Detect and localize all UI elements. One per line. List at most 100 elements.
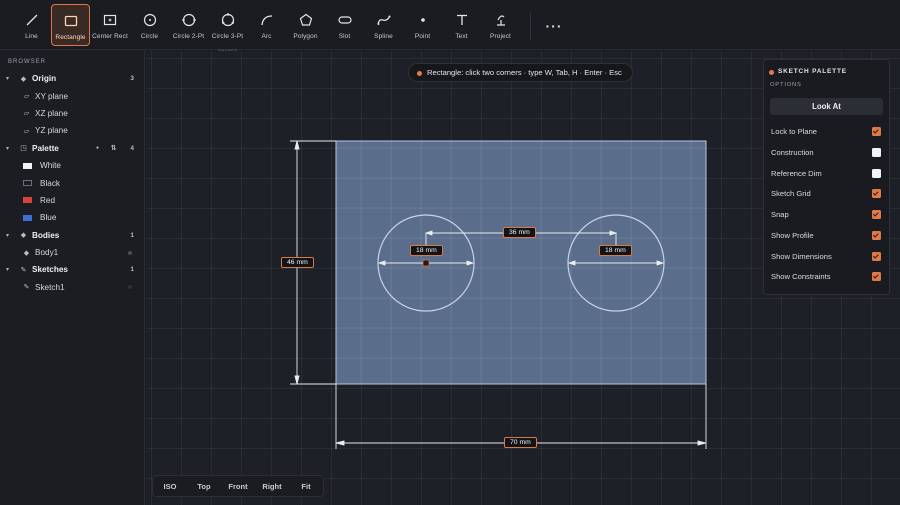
view-bar: ISO Top Front Right Fit xyxy=(152,475,324,497)
tool-label: Rectangle xyxy=(55,34,86,41)
tool-circle[interactable]: Circle xyxy=(130,4,169,46)
view-iso-button[interactable]: ISO xyxy=(153,482,187,491)
tool-slot[interactable]: Slot xyxy=(325,4,364,46)
tool-text[interactable]: Text xyxy=(442,4,481,46)
option-sketch-grid[interactable]: Sketch Grid xyxy=(771,186,883,200)
look-at-button[interactable]: Look At xyxy=(770,98,883,115)
checkbox[interactable] xyxy=(872,147,881,157)
tool-line[interactable]: Line xyxy=(12,4,51,46)
tool-arc[interactable]: Arc xyxy=(247,4,286,46)
option-show-constraints[interactable]: Show Constraints xyxy=(771,269,883,283)
checkbox[interactable] xyxy=(872,126,881,136)
tree-item-body1[interactable]: ◆ Body1 xyxy=(0,244,144,261)
tree-item-yz-plane[interactable]: ▱ YZ plane xyxy=(0,122,144,139)
height-dimension-label[interactable]: 46 mm xyxy=(281,257,314,268)
tree-item-xy-plane[interactable]: ▱ XY plane xyxy=(0,87,144,104)
width-dimension-label[interactable]: 70 mm xyxy=(504,437,537,448)
tree-bodies-label: Bodies xyxy=(32,230,60,240)
line-icon xyxy=(21,9,43,31)
option-lock-to-plane[interactable]: Lock to Plane xyxy=(771,124,883,138)
color-swatch xyxy=(23,162,32,169)
tool-center-rect[interactable]: Center Rect xyxy=(90,4,130,46)
tree-item-sketch1[interactable]: ✎ Sketch1 xyxy=(0,279,144,296)
view-front-button[interactable]: Front xyxy=(221,482,255,491)
option-snap[interactable]: Snap xyxy=(771,207,883,221)
left-diameter-label[interactable]: 18 mm xyxy=(410,245,443,256)
rectangle-icon xyxy=(60,10,82,32)
tree-palette-label: Palette xyxy=(32,143,59,153)
palette-item-black[interactable]: Black xyxy=(0,174,144,191)
center-point-marker xyxy=(422,259,430,267)
tool-hint: Rectangle: click two corners · type W, T… xyxy=(408,63,633,82)
tool-label: Circle xyxy=(140,33,159,40)
palette-item-red[interactable]: Red xyxy=(0,192,144,209)
spacing-dimension-label[interactable]: 36 mm xyxy=(503,227,536,238)
option-label: Lock to Plane xyxy=(771,126,818,136)
tool-circle-2pt[interactable]: Circle 2-Pt xyxy=(169,4,208,46)
palette-item-label: White xyxy=(40,161,61,171)
color-swatch xyxy=(23,214,32,221)
add-color-icon[interactable]: ● xyxy=(93,144,102,153)
view-right-button[interactable]: Right xyxy=(255,482,289,491)
sketch-canvas[interactable]: Rectangle: click two corners · type W, T… xyxy=(146,51,900,505)
tool-polygon[interactable]: Polygon SHAPES xyxy=(218,4,325,53)
palette-item-blue[interactable]: Blue xyxy=(0,209,144,226)
checkbox[interactable] xyxy=(872,271,881,281)
arc-icon xyxy=(256,9,278,31)
tool-label: Arc xyxy=(261,33,272,40)
arrowhead xyxy=(294,140,300,150)
shuffle-icon[interactable]: ⇅ xyxy=(109,144,118,153)
option-reference-dim[interactable]: Reference Dim xyxy=(771,166,883,180)
tree-origin[interactable]: ▾ ◆ Origin 3 xyxy=(0,70,144,87)
caret-down-icon[interactable]: ▾ xyxy=(6,266,9,273)
project-icon xyxy=(490,9,512,31)
toolbar: Line Rectangle Center Rect Circle Circle… xyxy=(0,0,900,53)
caret-down-icon[interactable]: ▾ xyxy=(6,145,9,152)
tool-hint-text: Rectangle: click two corners · type W, T… xyxy=(427,68,622,77)
arrowhead xyxy=(335,440,345,446)
tree-bodies[interactable]: ▾ ◆ Bodies 1 xyxy=(0,227,144,244)
color-swatch xyxy=(23,197,32,204)
tool-project[interactable]: Project xyxy=(481,4,520,46)
visibility-icon[interactable] xyxy=(128,285,132,290)
tree-item-xz-plane[interactable]: ▱ XZ plane xyxy=(0,105,144,122)
caret-down-icon[interactable]: ▾ xyxy=(6,232,9,239)
right-diameter-label[interactable]: 18 mm xyxy=(599,245,632,256)
circle-icon xyxy=(139,9,161,31)
checkbox[interactable] xyxy=(872,230,881,240)
checkbox[interactable] xyxy=(872,251,881,261)
origin-icon: ◆ xyxy=(20,75,27,83)
view-fit-button[interactable]: Fit xyxy=(289,482,323,491)
option-label: Reference Dim xyxy=(771,168,822,178)
plane-icon: ▱ xyxy=(23,110,30,118)
checkbox[interactable] xyxy=(872,188,881,198)
tool-label: Center Rect xyxy=(92,33,128,40)
tool-label: Line xyxy=(25,33,38,40)
visibility-icon[interactable] xyxy=(128,250,132,255)
palette-item-white[interactable]: White xyxy=(0,157,144,174)
tree-sketches[interactable]: ▾ ✎ Sketches 1 xyxy=(0,261,144,278)
option-label: Sketch Grid xyxy=(771,188,811,198)
caret-down-icon[interactable]: ▾ xyxy=(6,75,9,82)
option-show-profile[interactable]: Show Profile xyxy=(771,228,883,242)
tree-item-label: Body1 xyxy=(35,248,59,258)
tool-point[interactable]: Point xyxy=(403,4,442,46)
tool-circle-3pt[interactable]: Circle 3-Pt xyxy=(208,4,247,46)
palette-icon: ◳ xyxy=(20,145,27,153)
tree-sketches-label: Sketches xyxy=(32,265,68,275)
checkbox[interactable] xyxy=(872,168,881,178)
tool-label: Circle 2-Pt xyxy=(172,33,205,40)
tool-label: Spline xyxy=(374,33,393,40)
option-label: Snap xyxy=(771,209,789,219)
checkbox[interactable] xyxy=(872,209,881,219)
palette-subtitle: OPTIONS xyxy=(770,82,802,88)
palette-item-label: Red xyxy=(40,195,56,205)
view-top-button[interactable]: Top xyxy=(187,482,221,491)
option-show-dimensions[interactable]: Show Dimensions xyxy=(771,249,883,263)
more-tools-button[interactable]: ··· xyxy=(539,11,569,41)
tool-label: Polygon xyxy=(293,33,318,40)
option-construction[interactable]: Construction xyxy=(771,145,883,159)
tool-rectangle[interactable]: Rectangle xyxy=(51,4,90,46)
tree-palette[interactable]: ▾ ◳ Palette ● ⇅ 4 xyxy=(0,140,144,157)
tool-spline[interactable]: Spline xyxy=(364,4,403,46)
